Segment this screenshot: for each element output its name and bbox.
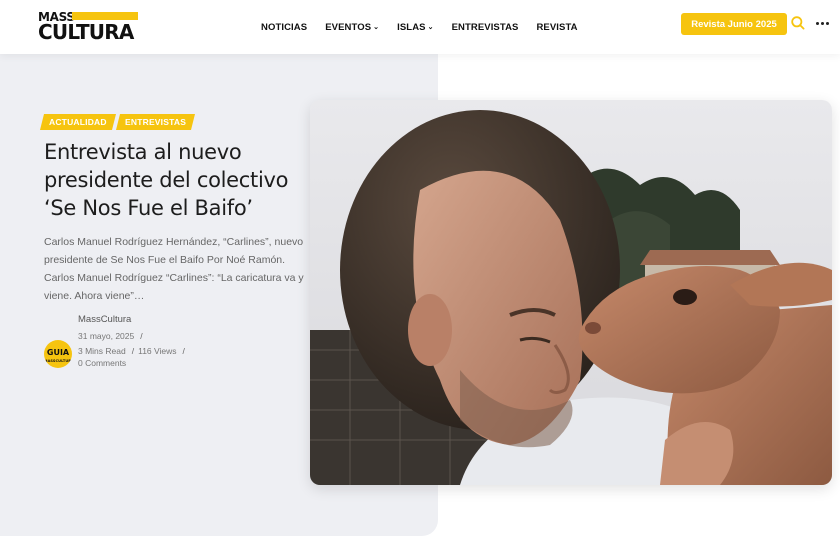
man-with-goat-image xyxy=(310,100,832,485)
revista-cta-button[interactable]: Revista Junio 2025 xyxy=(681,13,787,35)
nav-item-noticias[interactable]: NOTICIAS xyxy=(261,22,307,33)
logo-bottom-text: CULTURA xyxy=(38,20,134,44)
article-excerpt: Carlos Manuel Rodríguez Hernández, “Carl… xyxy=(44,236,304,302)
avatar[interactable]: GUIA MASSCULTURA xyxy=(44,340,72,368)
nav-label: NOTICIAS xyxy=(261,21,308,33)
more-dots-icon[interactable] xyxy=(816,22,829,25)
nav-label: EVENTOS xyxy=(325,21,372,33)
nav-item-revista[interactable]: REVISTA xyxy=(536,22,577,33)
category-tags: ACTUALIDAD ENTREVISTAS xyxy=(40,114,195,130)
logo-accent-bar xyxy=(72,12,138,20)
comment-count[interactable]: 0 Comments xyxy=(78,358,126,368)
site-header: MASS CULTURA NOTICIAS EVENTOS ⌄ ISLAS ⌄ EN… xyxy=(0,0,840,54)
nav-label: REVISTA xyxy=(536,21,578,33)
avatar-logo: GUIA MASSCULTURA xyxy=(44,348,72,366)
page: MASS CULTURA NOTICIAS EVENTOS ⌄ ISLAS ⌄ EN… xyxy=(0,0,840,560)
author-name[interactable]: MassCultura xyxy=(78,314,131,325)
site-logo[interactable]: MASS CULTURA xyxy=(38,10,142,44)
chevron-down-icon: ⌄ xyxy=(427,24,434,31)
article-hero-image[interactable] xyxy=(310,100,832,485)
search-icon[interactable] xyxy=(790,15,806,31)
tag-actualidad[interactable]: ACTUALIDAD xyxy=(40,114,116,130)
nav-item-eventos[interactable]: EVENTOS ⌄ xyxy=(325,22,379,33)
meta-date-row: 31 mayo, 2025/ xyxy=(78,331,143,341)
avatar-text: GUIA xyxy=(46,348,70,357)
tag-label: ACTUALIDAD xyxy=(49,117,107,127)
nav-label: ISLAS xyxy=(397,21,426,33)
read-time: 3 Mins Read xyxy=(78,346,126,356)
nav-item-islas[interactable]: ISLAS ⌄ xyxy=(397,22,433,33)
tag-entrevistas[interactable]: ENTREVISTAS xyxy=(115,114,195,130)
nav-label: ENTREVISTAS xyxy=(451,21,519,33)
view-count: 116 Views xyxy=(138,346,177,356)
avatar-subtext: MASSCULTURA xyxy=(44,359,72,363)
main-nav: NOTICIAS EVENTOS ⌄ ISLAS ⌄ ENTREVISTAS REV… xyxy=(261,0,596,54)
meta-comments-row: 0 Comments xyxy=(78,358,126,368)
meta-stats-row: 3 Mins Read/116 Views / xyxy=(78,346,185,356)
article-title[interactable]: Entrevista al nuevo presidente del colec… xyxy=(44,138,304,222)
nav-item-entrevistas[interactable]: ENTREVISTAS xyxy=(452,22,519,33)
post-date: 31 mayo, 2025 xyxy=(78,331,135,341)
tag-label: ENTREVISTAS xyxy=(124,117,186,127)
chevron-down-icon: ⌄ xyxy=(373,24,380,31)
